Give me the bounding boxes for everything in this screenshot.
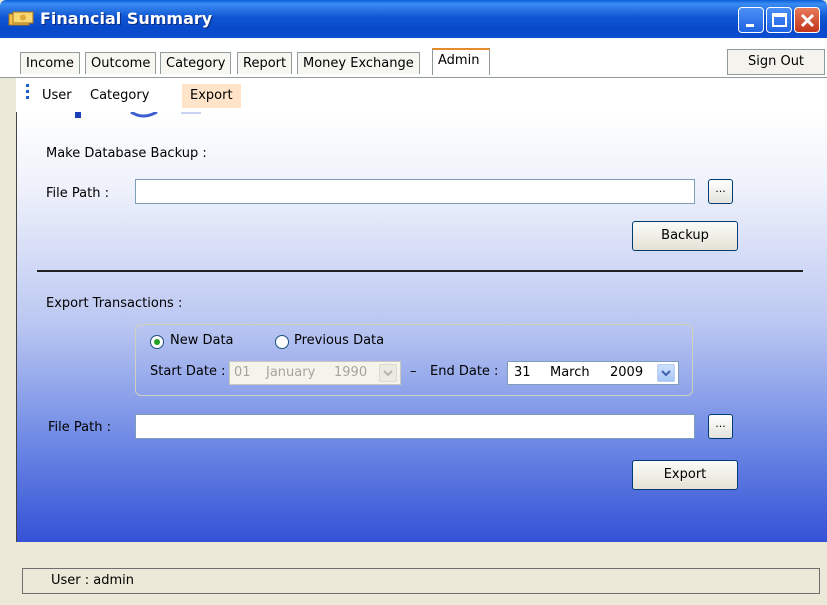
menu-bar: User Category Export <box>16 78 827 112</box>
window-title: Financial Summary <box>40 9 213 28</box>
tab-admin[interactable]: Admin <box>432 48 490 75</box>
previous-data-label[interactable]: Previous Data <box>294 333 384 348</box>
backup-button[interactable]: Backup <box>632 221 738 251</box>
sign-out-button[interactable]: Sign Out <box>727 49 825 75</box>
export-file-path-label: File Path : <box>48 420 111 435</box>
start-year: 1990 <box>334 365 368 380</box>
status-user: User : admin <box>51 573 135 588</box>
end-day[interactable]: 31 <box>514 362 531 384</box>
menu-item-category[interactable]: Category <box>82 84 157 108</box>
tab-strip: Income Outcome Category Report Money Exc… <box>0 38 827 78</box>
chevron-down-icon <box>383 370 393 377</box>
end-month[interactable]: March <box>550 362 590 384</box>
chevron-down-icon <box>661 370 671 377</box>
backup-heading: Make Database Backup : <box>46 146 207 161</box>
section-divider <box>37 270 803 272</box>
start-month: January <box>266 365 316 380</box>
decorative-fragment <box>75 112 201 118</box>
radio-selected-dot <box>154 339 160 345</box>
tab-income[interactable]: Income <box>20 52 80 74</box>
backup-file-path-input[interactable] <box>135 179 695 204</box>
minimize-button[interactable] <box>738 7 764 33</box>
new-data-radio[interactable] <box>150 335 164 349</box>
money-icon <box>8 11 34 26</box>
date-range-group: New Data Previous Data Start Date : 01 J… <box>135 324 693 396</box>
export-button[interactable]: Export <box>632 460 738 490</box>
tab-outcome[interactable]: Outcome <box>85 52 157 74</box>
tab-money-exchange[interactable]: Money Exchange <box>297 52 420 74</box>
app-window: Financial Summary Income Outcome Categor… <box>0 0 827 605</box>
maximize-button[interactable] <box>766 7 792 33</box>
previous-data-radio[interactable] <box>275 335 289 349</box>
tab-category[interactable]: Category <box>160 52 232 74</box>
status-bar: User : admin <box>22 568 820 594</box>
maximize-icon <box>772 13 787 27</box>
title-bar[interactable]: Financial Summary <box>0 0 827 38</box>
tab-report[interactable]: Report <box>237 52 293 74</box>
start-date-label: Start Date : <box>150 364 226 379</box>
close-icon <box>800 13 815 28</box>
date-dash: – <box>410 364 417 379</box>
end-date-label: End Date : <box>430 364 499 379</box>
start-date-dropdown <box>379 364 397 382</box>
export-panel: Make Database Backup : File Path : ... B… <box>16 112 827 542</box>
end-year[interactable]: 2009 <box>610 362 643 384</box>
close-button[interactable] <box>794 7 820 33</box>
backup-browse-button[interactable]: ... <box>708 179 733 204</box>
start-day: 01 <box>234 365 251 380</box>
end-date-picker[interactable]: 31 March 2009 <box>507 361 679 385</box>
end-date-dropdown[interactable] <box>657 364 675 382</box>
export-heading: Export Transactions : <box>46 296 183 311</box>
export-browse-button[interactable]: ... <box>708 414 733 439</box>
backup-file-path-label: File Path : <box>46 186 109 201</box>
menu-item-user[interactable]: User <box>34 84 80 108</box>
minimize-icon <box>746 24 754 27</box>
grip-icon[interactable] <box>26 84 29 102</box>
export-file-path-input[interactable] <box>135 414 695 439</box>
menu-item-export[interactable]: Export <box>182 84 241 108</box>
start-date-picker: 01 January 1990 <box>229 361 401 385</box>
new-data-label[interactable]: New Data <box>170 333 234 348</box>
